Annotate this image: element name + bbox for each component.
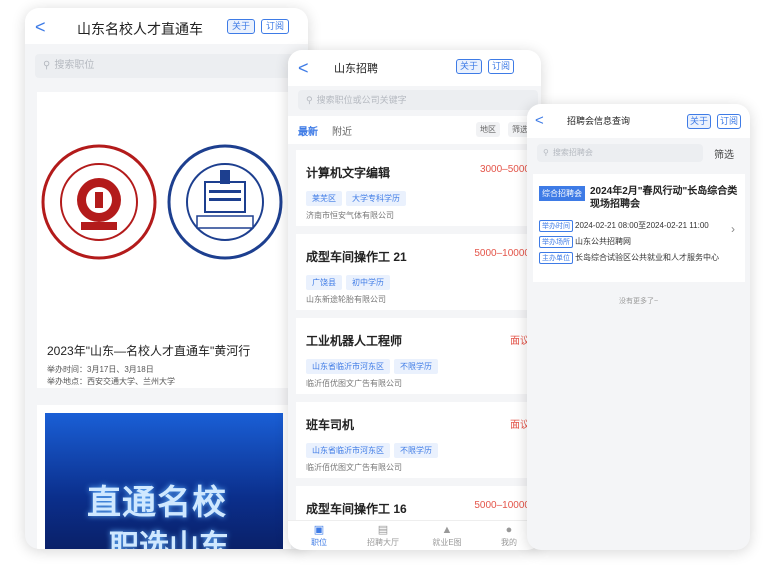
map-icon: ▲	[441, 524, 453, 536]
subscribe-button[interactable]: 订阅	[717, 114, 741, 129]
search-icon: ⚲	[306, 95, 313, 105]
job-tag: 山东省临沂市河东区	[306, 359, 390, 374]
about-button[interactable]: 关于	[687, 114, 711, 129]
promo-banner: 直通名校 职选山东	[45, 413, 283, 549]
job-card[interactable]: 班车司机 面议 山东省临沂市河东区 不限学历 临沂佰优图文广告有限公司	[296, 402, 536, 478]
job-card[interactable]: 成型车间操作工 21 5000–10000 广饶县 初中学历 山东新途轮胎有限公司	[296, 234, 536, 310]
job-tags: 山东省临沂市河东区 不限学历	[306, 356, 442, 374]
search-input[interactable]: ⚲ 搜索职位	[35, 54, 308, 78]
time-label: 举办时间	[539, 220, 573, 232]
job-tag: 不限学历	[394, 443, 438, 458]
hall-icon: ▤	[377, 524, 389, 536]
place-value: 山东公共招聘网	[575, 237, 631, 246]
fair-type-badge: 综合招聘会	[539, 186, 585, 201]
job-title: 成型车间操作工 16	[306, 502, 407, 516]
job-tag: 莱芜区	[306, 191, 342, 206]
back-icon[interactable]: <	[35, 18, 46, 36]
fair-title: 2024年2月"春风行动"长岛综合类现场招聘会	[590, 186, 738, 210]
banner-line-2: 职选山东	[109, 530, 229, 549]
tab-latest[interactable]: 最新	[298, 123, 318, 138]
subscribe-button[interactable]: 订阅	[261, 19, 289, 34]
nav-bar: < 招聘会信息查询 关于 订阅	[527, 104, 750, 138]
job-company: 临沂佰优图文广告有限公司	[306, 463, 402, 472]
back-icon[interactable]: <	[298, 59, 309, 77]
event-place: 举办地点：西安交通大学、兰州大学	[47, 377, 175, 386]
job-company: 山东新途轮胎有限公司	[306, 295, 386, 304]
job-company: 临沂佰优图文广告有限公司	[306, 379, 402, 388]
job-title: 计算机文字编辑	[306, 166, 391, 180]
lzu-logo	[167, 144, 283, 260]
fair-time-row: 举办时间 2024-02-21 08:00至2024-02-21 11:00	[539, 220, 709, 232]
event-time: 举办时间：3月17日、3月18日	[47, 365, 154, 374]
nav-bar: < 山东招聘 关于 订阅	[288, 50, 541, 86]
job-fair-card[interactable]: 综合招聘会 2024年2月"春风行动"长岛综合类现场招聘会 举办时间 2024-0…	[533, 174, 745, 282]
phone-screen-shandong-jobs: < 山东招聘 关于 订阅 ⚲ 搜索职位或公司关键字 最新 附近 地区 筛选 计算机…	[288, 50, 541, 550]
banner-line-1: 直通名校	[87, 484, 227, 522]
search-placeholder: 搜索职位	[54, 60, 95, 71]
job-salary: 5000–10000	[474, 500, 530, 511]
fair-place-row: 举办场所 山东公共招聘网	[539, 236, 631, 248]
job-title: 工业机器人工程师	[306, 334, 403, 348]
job-tags: 山东省临沂市河东区 不限学历	[306, 440, 442, 458]
job-salary: 3000–5000	[479, 164, 530, 175]
tab-nearby[interactable]: 附近	[332, 123, 352, 138]
phone-screen-talent-express: < 山东名校人才直通车 关于 订阅 ⚲ 搜索职位 2023年"山东—名校人才直通…	[25, 8, 308, 549]
job-salary: 5000–10000	[474, 248, 530, 259]
search-placeholder: 搜索招聘会	[552, 148, 593, 157]
chevron-right-icon: ›	[731, 222, 735, 236]
back-icon[interactable]: <	[535, 113, 544, 128]
about-button[interactable]: 关于	[227, 19, 255, 34]
tab-label: 招聘大厅	[367, 538, 399, 547]
subscribe-button[interactable]: 订阅	[488, 59, 514, 74]
page-title: 招聘会信息查询	[567, 116, 631, 126]
job-tag: 广饶县	[306, 275, 342, 290]
filter-tabs: 最新 附近 地区 筛选	[288, 116, 541, 144]
job-title: 成型车间操作工 21	[306, 250, 407, 264]
university-logos	[41, 144, 283, 260]
tab-label: 我的	[501, 538, 517, 547]
time-value: 2024-02-21 08:00至2024-02-21 11:00	[575, 221, 709, 230]
job-card[interactable]: 工业机器人工程师 面议 山东省临沂市河东区 不限学历 临沂佰优图文广告有限公司	[296, 318, 536, 394]
search-icon: ⚲	[43, 60, 51, 71]
event-title: 2023年"山东—名校人才直通车"黄河行	[47, 344, 251, 358]
job-tags: 莱芜区 大学专科学历	[306, 188, 410, 206]
job-tag: 大学专科学历	[346, 191, 406, 206]
job-tag: 不限学历	[394, 359, 438, 374]
event-card[interactable]: 2023年"山东—名校人才直通车"黄河行 举办时间：3月17日、3月18日 举办…	[37, 92, 291, 388]
host-label: 主办单位	[539, 252, 573, 264]
job-card[interactable]: 计算机文字编辑 3000–5000 莱芜区 大学专科学历 济南市恒安气体有限公司	[296, 150, 536, 226]
tab-job-hall[interactable]: ▤ 招聘大厅	[358, 524, 408, 548]
job-tag: 山东省临沂市河东区	[306, 443, 390, 458]
job-tags: 广饶县 初中学历	[306, 272, 394, 290]
nav-bar: < 山东名校人才直通车 关于 订阅	[25, 8, 308, 44]
tab-label: 职位	[311, 538, 327, 547]
search-icon: ⚲	[543, 148, 549, 157]
search-input[interactable]: ⚲ 搜索招聘会	[537, 144, 703, 162]
tab-positions[interactable]: ▣ 职位	[294, 524, 344, 548]
bottom-tab-bar: ▣ 职位 ▤ 招聘大厅 ▲ 就业E图 ● 我的	[288, 520, 541, 550]
no-more-text: 没有更多了~	[618, 298, 659, 305]
briefcase-icon: ▣	[313, 524, 325, 536]
banner-card[interactable]: 直通名校 职选山东	[37, 405, 291, 549]
place-label: 举办场所	[539, 236, 573, 248]
job-title: 班车司机	[306, 418, 355, 432]
fair-host-row: 主办单位 长岛综合试验区公共就业和人才服务中心	[539, 252, 719, 264]
tab-label: 就业E图	[432, 538, 462, 547]
about-button[interactable]: 关于	[456, 59, 482, 74]
screen-filter[interactable]: 筛选	[714, 146, 734, 161]
phone-screen-job-fair-search: < 招聘会信息查询 关于 订阅 ⚲ 搜索招聘会 筛选 综合招聘会 2024年2月"…	[527, 104, 750, 550]
host-value: 长岛综合试验区公共就业和人才服务中心	[575, 253, 719, 262]
page-title: 山东名校人才直通车	[77, 21, 203, 37]
area-filter[interactable]: 地区	[476, 122, 500, 137]
search-input[interactable]: ⚲ 搜索职位或公司关键字	[298, 90, 538, 110]
search-placeholder: 搜索职位或公司关键字	[316, 95, 407, 105]
page-title: 山东招聘	[334, 63, 378, 75]
xjtu-logo	[41, 144, 157, 260]
job-tag: 初中学历	[346, 275, 390, 290]
tab-employment-map[interactable]: ▲ 就业E图	[422, 524, 472, 548]
job-company: 济南市恒安气体有限公司	[306, 211, 394, 220]
